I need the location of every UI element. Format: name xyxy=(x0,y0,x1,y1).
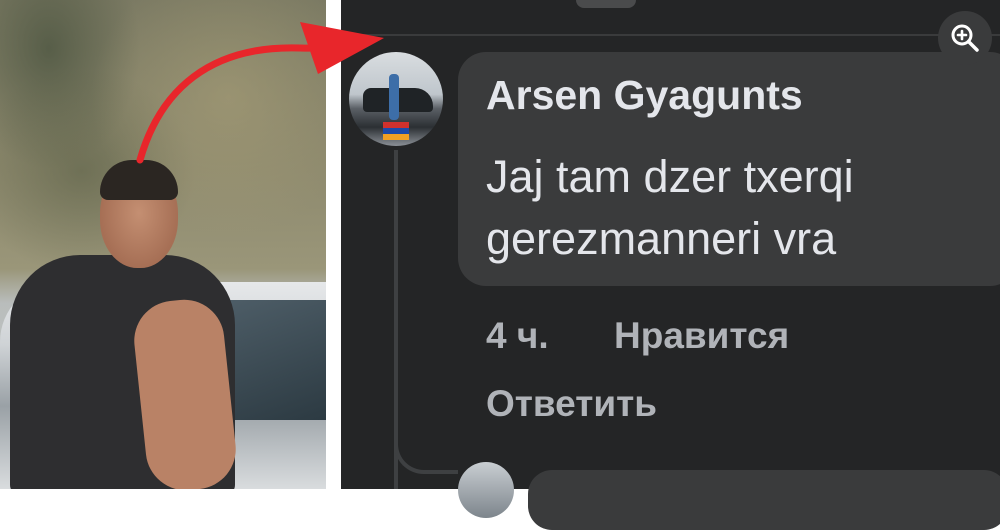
like-button[interactable]: Нравится xyxy=(614,315,789,357)
zoom-in-icon xyxy=(951,24,979,52)
avatar-figure xyxy=(389,74,399,120)
avatar-flag xyxy=(383,122,409,128)
zoom-button[interactable] xyxy=(938,11,992,65)
comment-author[interactable]: Arsen Gyagunts xyxy=(486,72,803,119)
panel-divider xyxy=(326,0,341,489)
reply-button[interactable]: Ответить xyxy=(486,383,657,425)
comment-text: Jaj tam dzer txerqi gerezmanneri vra xyxy=(486,151,854,264)
top-divider xyxy=(341,34,1000,36)
reply-bubble xyxy=(528,470,1000,530)
person-photo xyxy=(0,0,326,489)
reply-avatar[interactable] xyxy=(458,462,514,518)
comment-time[interactable]: 4 ч. xyxy=(486,315,549,357)
top-edge-element xyxy=(576,0,636,8)
author-avatar[interactable] xyxy=(349,52,443,146)
